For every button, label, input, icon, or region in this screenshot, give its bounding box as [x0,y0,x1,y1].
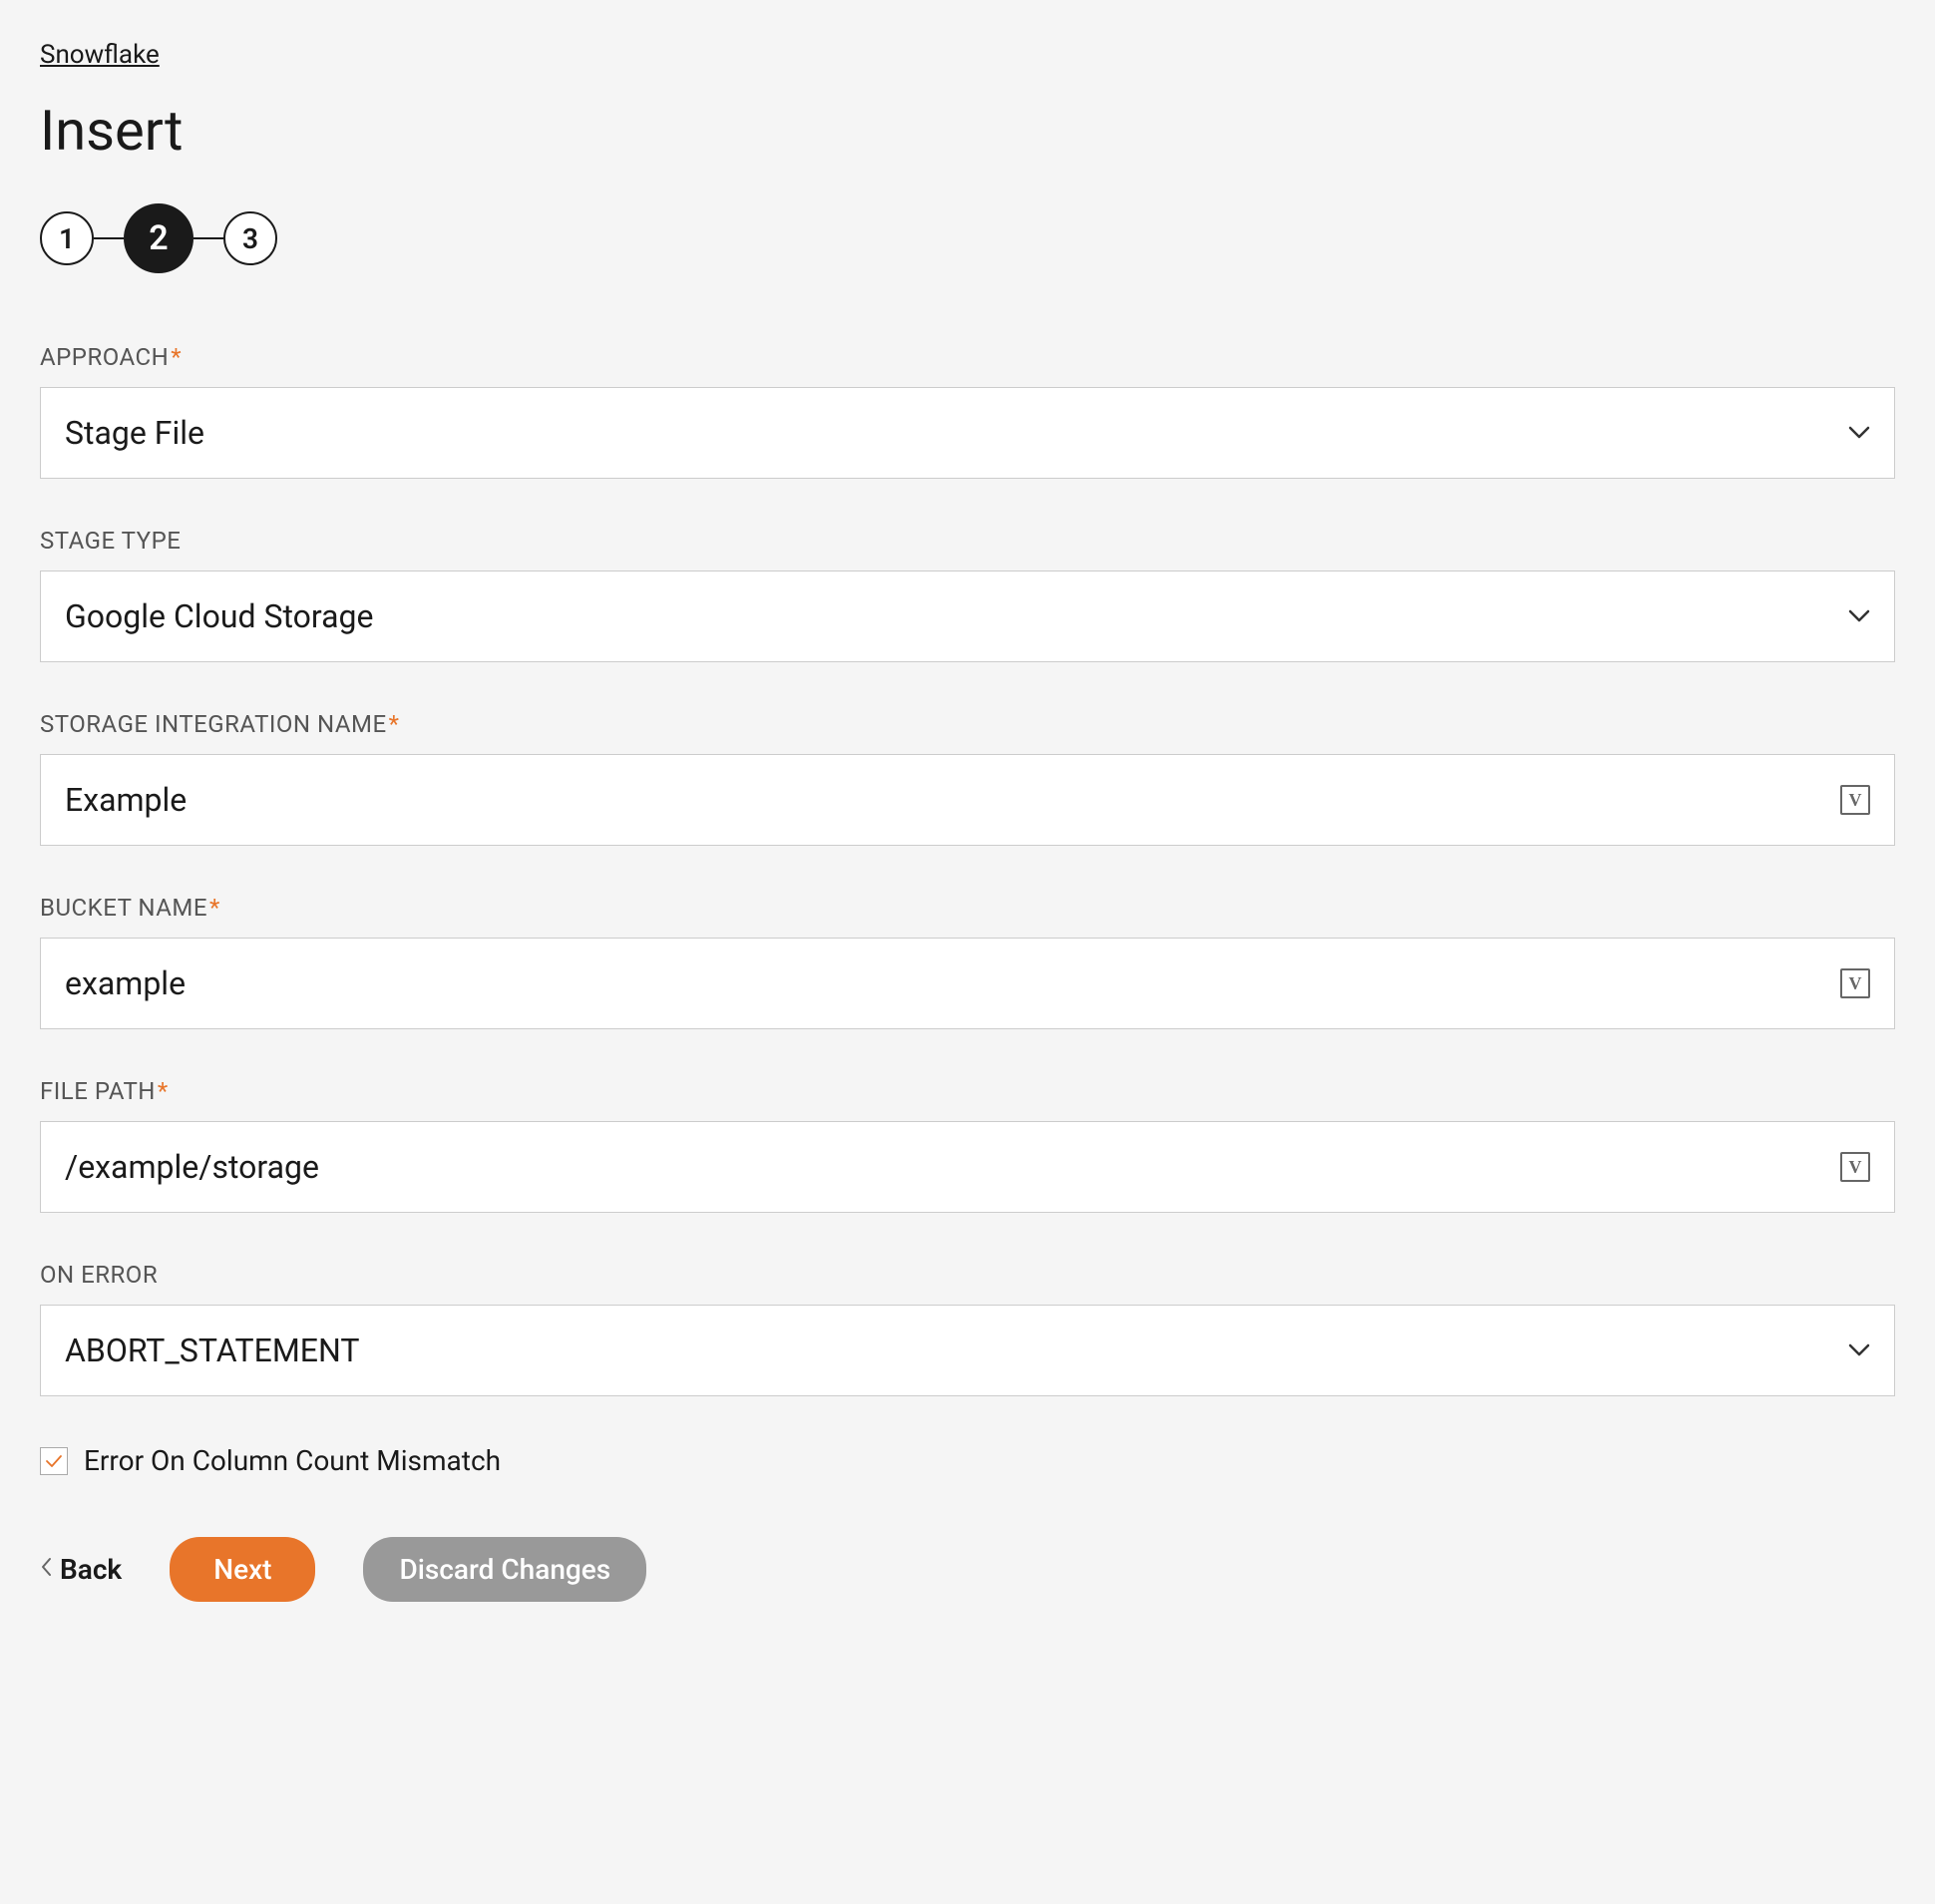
required-indicator: * [171,343,182,371]
step-connector [194,237,223,239]
stage-type-label: STAGE TYPE [40,527,1895,555]
error-mismatch-checkbox[interactable] [40,1447,68,1475]
step-1[interactable]: 1 [40,211,94,265]
field-storage-integration: STORAGE INTEGRATION NAME* V [40,710,1895,846]
button-row: Back Next Discard Changes [40,1537,1895,1602]
field-stage-type: STAGE TYPE Google Cloud Storage [40,527,1895,662]
field-file-path: FILE PATH* V [40,1077,1895,1213]
approach-label: APPROACH* [40,343,1895,371]
field-approach: APPROACH* Stage File [40,343,1895,479]
bucket-name-label: BUCKET NAME* [40,894,1895,922]
on-error-select[interactable]: ABORT_STATEMENT [40,1305,1895,1396]
back-button-label: Back [60,1553,122,1586]
approach-select[interactable]: Stage File [40,387,1895,479]
on-error-label: ON ERROR [40,1261,1895,1289]
variable-picker-icon[interactable]: V [1840,785,1870,815]
bucket-name-label-text: BUCKET NAME [40,894,207,922]
chevron-left-icon [40,1557,52,1582]
checkmark-icon [44,1451,64,1471]
file-path-input-wrap: V [40,1121,1895,1213]
file-path-input[interactable] [65,1148,1840,1186]
step-2[interactable]: 2 [124,203,194,273]
variable-picker-icon[interactable]: V [1840,968,1870,998]
error-mismatch-label: Error On Column Count Mismatch [84,1444,501,1477]
next-button[interactable]: Next [170,1537,315,1602]
required-indicator: * [389,710,400,738]
on-error-value: ABORT_STATEMENT [65,1332,1848,1369]
required-indicator: * [158,1077,169,1105]
discard-button[interactable]: Discard Changes [363,1537,646,1602]
storage-integration-input[interactable] [65,781,1840,819]
storage-integration-input-wrap: V [40,754,1895,846]
approach-label-text: APPROACH [40,343,169,371]
chevron-down-icon [1848,426,1870,440]
field-bucket-name: BUCKET NAME* V [40,894,1895,1029]
breadcrumb-link[interactable]: Snowflake [40,40,160,70]
bucket-name-input-wrap: V [40,938,1895,1029]
storage-integration-label: STORAGE INTEGRATION NAME* [40,710,1895,738]
stepper: 1 2 3 [40,203,1895,273]
approach-value: Stage File [65,414,1848,452]
required-indicator: * [209,894,220,922]
file-path-label: FILE PATH* [40,1077,1895,1105]
file-path-label-text: FILE PATH [40,1077,156,1105]
chevron-down-icon [1848,1343,1870,1357]
step-connector [94,237,124,239]
variable-picker-icon[interactable]: V [1840,1152,1870,1182]
bucket-name-input[interactable] [65,964,1840,1002]
stage-type-value: Google Cloud Storage [65,597,1848,635]
error-mismatch-checkbox-row: Error On Column Count Mismatch [40,1444,1895,1477]
chevron-down-icon [1848,609,1870,623]
page-title: Insert [40,98,1895,164]
back-button[interactable]: Back [40,1553,122,1586]
storage-integration-label-text: STORAGE INTEGRATION NAME [40,710,387,738]
step-3[interactable]: 3 [223,211,277,265]
stage-type-select[interactable]: Google Cloud Storage [40,571,1895,662]
field-on-error: ON ERROR ABORT_STATEMENT [40,1261,1895,1396]
